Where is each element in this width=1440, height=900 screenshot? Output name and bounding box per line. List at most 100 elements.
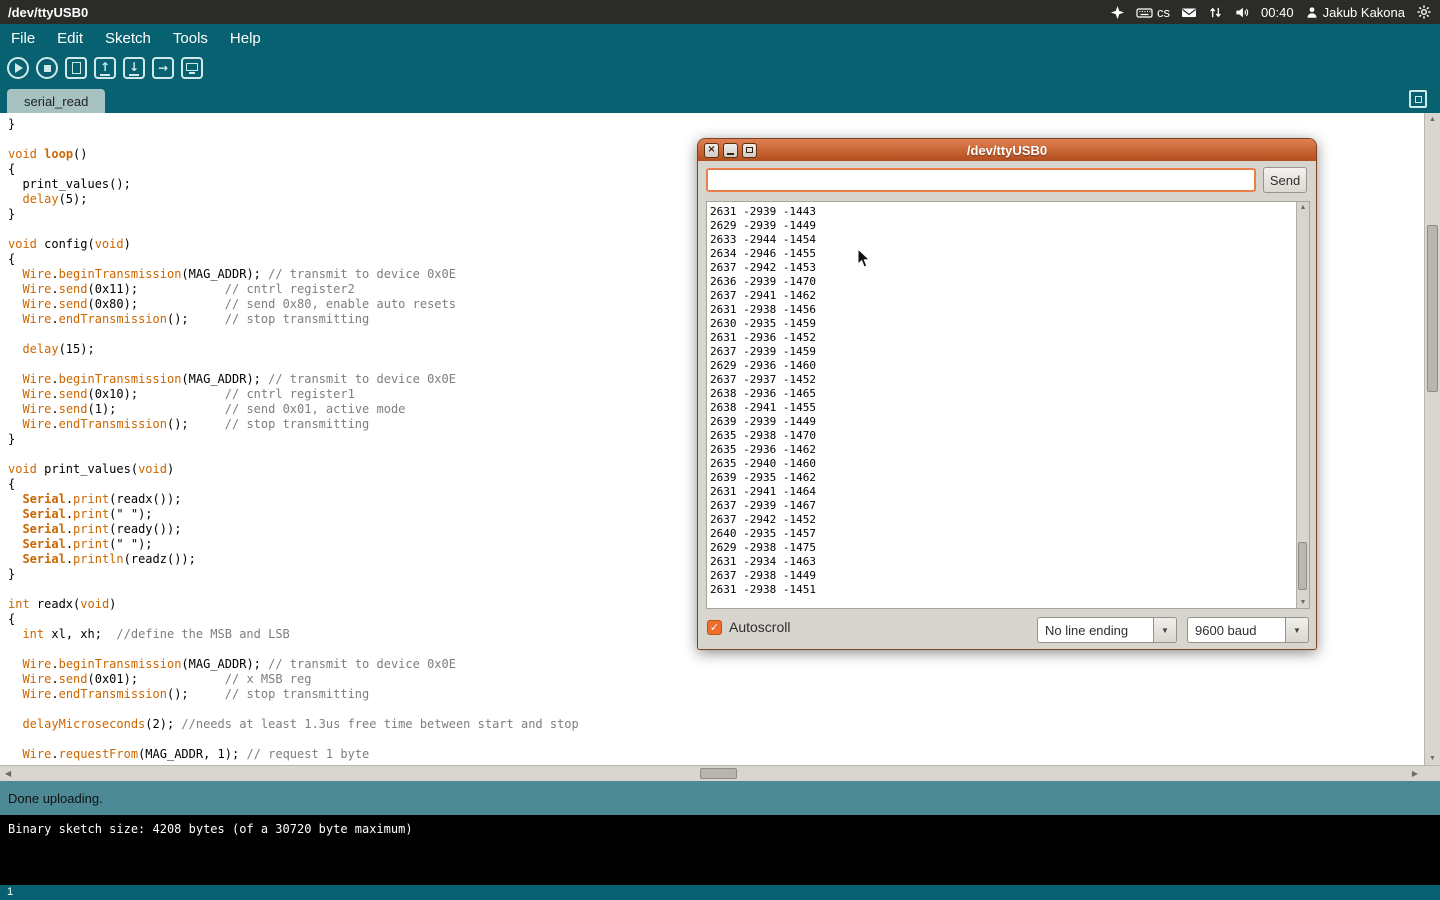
code-line — [8, 447, 579, 462]
save-button[interactable]: ↓ — [123, 57, 145, 79]
close-icon[interactable]: × — [704, 143, 719, 158]
menu-sketch[interactable]: Sketch — [94, 26, 162, 51]
screen: /dev/ttyUSB0 cs 00:40 — [0, 0, 1440, 900]
line-number-strip: 1 — [0, 885, 1440, 900]
serial-scroll-up-icon[interactable]: ▲ — [1297, 204, 1309, 211]
indicator-icon[interactable] — [1110, 5, 1125, 20]
serial-monitor-controls: ✓ Autoscroll No line ending ▼ 9600 baud … — [698, 616, 1316, 646]
send-button-label: Send — [1270, 173, 1300, 188]
autoscroll-control[interactable]: ✓ Autoscroll — [707, 619, 790, 635]
new-button[interactable] — [65, 57, 87, 79]
code-line: Wire.endTransmission(); // stop transmit… — [8, 417, 579, 432]
baud-rate-value: 9600 baud — [1188, 618, 1285, 642]
code-line: } — [8, 207, 579, 222]
open-button[interactable]: ↑ — [94, 57, 116, 79]
verify-button[interactable] — [7, 57, 29, 79]
gear-icon[interactable] — [1416, 4, 1432, 20]
serial-scroll-down-icon[interactable]: ▼ — [1297, 599, 1309, 606]
code-line: Wire.send(0x01); // x MSB reg — [8, 672, 579, 687]
serial-monitor-window: /dev/ttyUSB0 × Send 2631 -2939 -14432629… — [697, 138, 1317, 650]
baud-rate-select[interactable]: 9600 baud ▼ — [1187, 617, 1309, 643]
code-line — [8, 582, 579, 597]
serial-output-line: 2635 -2940 -1460 — [710, 457, 816, 471]
serial-output-line: 2638 -2941 -1455 — [710, 401, 816, 415]
code-line: Wire.endTransmission(); // stop transmit… — [8, 312, 579, 327]
checkmark-icon: ✓ — [710, 621, 719, 634]
chevron-down-icon: ▼ — [1293, 626, 1301, 635]
scroll-right-icon[interactable]: ▶ — [1412, 769, 1418, 778]
keyboard-layout-indicator[interactable]: cs — [1136, 5, 1170, 20]
editor-horizontal-scrollbar[interactable]: ◀ ▶ — [0, 765, 1440, 781]
code-line: Serial.println(readz()); — [8, 552, 579, 567]
serial-send-input[interactable] — [706, 168, 1256, 192]
tab-serial-read[interactable]: serial_read — [7, 89, 105, 113]
code-line: Serial.print(" "); — [8, 507, 579, 522]
focused-window-title: /dev/ttyUSB0 — [8, 5, 88, 20]
serial-output-line: 2636 -2939 -1470 — [710, 275, 816, 289]
code-line: delayMicroseconds(2); //needs at least 1… — [8, 717, 579, 732]
verify-icon — [15, 63, 23, 73]
scroll-down-icon[interactable]: ▼ — [1425, 755, 1440, 762]
updown-arrows-icon[interactable] — [1208, 5, 1223, 20]
serial-output-line: 2638 -2936 -1465 — [710, 387, 816, 401]
serial-output-line: 2637 -2942 -1453 — [710, 261, 816, 275]
serial-scrollbar-thumb[interactable] — [1298, 542, 1307, 590]
serial-output-area[interactable]: 2631 -2939 -14432629 -2939 -14492633 -29… — [706, 201, 1310, 609]
menubar: FileEditSketchToolsHelp — [0, 24, 1440, 52]
scroll-up-icon[interactable]: ▲ — [1425, 116, 1440, 123]
serial-monitor-button[interactable] — [181, 57, 203, 79]
editor-vertical-scrollbar[interactable]: ▲ ▼ — [1424, 113, 1440, 765]
line-ending-dropdown-button[interactable]: ▼ — [1153, 618, 1176, 642]
status-bar: Done uploading. — [0, 781, 1440, 815]
code-line — [8, 642, 579, 657]
code-line: void print_values(void) — [8, 462, 579, 477]
serial-output-line: 2635 -2938 -1470 — [710, 429, 816, 443]
stop-button[interactable] — [36, 57, 58, 79]
new-icon — [72, 62, 81, 74]
line-ending-value: No line ending — [1038, 618, 1153, 642]
menu-tools[interactable]: Tools — [162, 26, 219, 51]
menu-help[interactable]: Help — [219, 26, 272, 51]
console-text: Binary sketch size: 4208 bytes (of a 307… — [8, 822, 413, 836]
serial-output-line: 2637 -2938 -1449 — [710, 569, 816, 583]
mail-icon[interactable] — [1181, 5, 1197, 20]
serial-monitor-titlebar[interactable]: /dev/ttyUSB0 × — [698, 139, 1316, 161]
toolbar: ↑ ↓ → — [0, 52, 1440, 84]
user-icon — [1305, 5, 1319, 20]
maximize-icon[interactable] — [742, 143, 757, 158]
serial-output-line: 2637 -2939 -1459 — [710, 345, 816, 359]
volume-icon[interactable] — [1234, 5, 1250, 20]
code-line: { — [8, 162, 579, 177]
upload-button[interactable]: → — [152, 57, 174, 79]
code-line: Wire.send(0x10); // cntrl register1 — [8, 387, 579, 402]
menu-edit[interactable]: Edit — [46, 26, 94, 51]
menu-file[interactable]: File — [0, 26, 46, 51]
open-tray-bar — [100, 74, 110, 76]
clock[interactable]: 00:40 — [1261, 5, 1294, 20]
code-line: Serial.print(" "); — [8, 537, 579, 552]
serial-monitor-base — [189, 72, 195, 74]
serial-output-line: 2639 -2935 -1462 — [710, 471, 816, 485]
code-line: int readx(void) — [8, 597, 579, 612]
line-ending-select[interactable]: No line ending ▼ — [1037, 617, 1177, 643]
serial-output-scrollbar[interactable]: ▲ ▼ — [1296, 202, 1309, 608]
code-line: delay(15); — [8, 342, 579, 357]
minimize-icon[interactable] — [723, 143, 738, 158]
code-line: { — [8, 252, 579, 267]
code-line — [8, 327, 579, 342]
send-button[interactable]: Send — [1263, 167, 1307, 193]
vertical-scrollbar-thumb[interactable] — [1427, 225, 1438, 392]
serial-output-line: 2631 -2938 -1451 — [710, 583, 816, 597]
autoscroll-label: Autoscroll — [729, 619, 790, 635]
serial-output-line: 2640 -2935 -1457 — [710, 527, 816, 541]
autoscroll-checkbox[interactable]: ✓ — [707, 620, 722, 635]
tab-menu-icon[interactable] — [1409, 90, 1427, 108]
scroll-left-icon[interactable]: ◀ — [5, 769, 11, 778]
serial-monitor-title: /dev/ttyUSB0 — [698, 143, 1316, 158]
user-menu[interactable]: Jakub Kakona — [1305, 5, 1405, 20]
horizontal-scrollbar-thumb[interactable] — [700, 768, 737, 779]
serial-output-line: 2637 -2941 -1462 — [710, 289, 816, 303]
keyboard-icon — [1136, 5, 1153, 20]
maximize-box — [746, 147, 753, 153]
baud-dropdown-button[interactable]: ▼ — [1285, 618, 1308, 642]
